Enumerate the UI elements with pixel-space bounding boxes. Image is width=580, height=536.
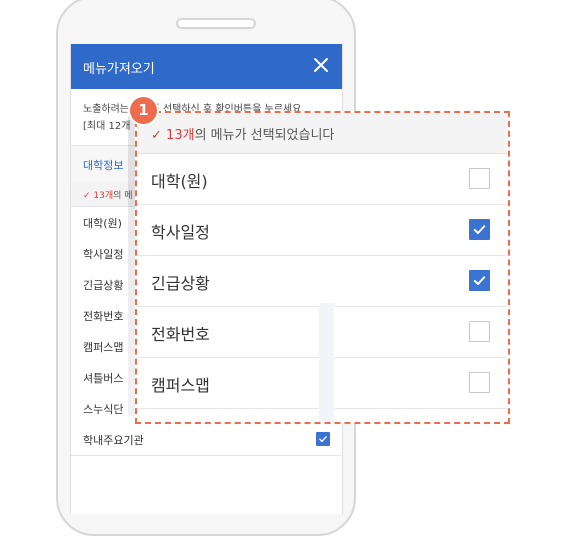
selection-count: 13개	[93, 191, 114, 201]
callout-menu-item-checkbox[interactable]	[469, 321, 490, 342]
callout-menu-item-checkbox[interactable]	[469, 372, 490, 393]
menu-item-checkbox[interactable]	[316, 432, 330, 446]
menu-item-label: 셔틀버스	[83, 372, 124, 385]
step-badge: 1	[130, 97, 157, 124]
section-title: 대학정보	[83, 159, 124, 172]
zoom-callout: ✓ 13개의 메뉴가 선택되었습니다 대학(원) 학사일정긴급상황전화번호캠퍼스맵	[135, 111, 510, 424]
menu-item-label: 스누식단	[83, 403, 124, 416]
modal-header: 메뉴가져오기	[71, 44, 342, 89]
callout-menu-item-label: 긴급상황	[151, 274, 210, 293]
callout-menu-item-checkbox[interactable]	[469, 270, 490, 291]
callout-menu-item-checkbox[interactable]	[469, 168, 490, 189]
menu-item-label: 긴급상황	[83, 279, 124, 292]
menu-item[interactable]: 학내주요기관	[71, 424, 342, 456]
check-mark-icon: ✓	[151, 128, 162, 143]
close-icon[interactable]	[310, 54, 332, 76]
menu-item-label: 학사일정	[83, 248, 124, 261]
menu-item-label: 전화번호	[83, 310, 124, 323]
callout-selection-count: 13개	[166, 128, 195, 143]
callout-selection-text: 의 메뉴가 선택되었습니다	[194, 128, 335, 143]
menu-item-label: 캠퍼스맵	[83, 341, 124, 354]
callout-menu-item-checkbox[interactable]	[469, 219, 490, 240]
callout-menu-item-label: 캠퍼스맵	[151, 376, 210, 395]
phone-speaker	[176, 18, 256, 29]
menu-item-label: 대학(원)	[83, 217, 122, 230]
callout-menu-item[interactable]: 긴급상황	[137, 255, 507, 307]
callout-menu-item[interactable]: 대학(원)	[137, 153, 507, 205]
scrollbar-track[interactable]	[319, 303, 334, 422]
instruction-line-2: [최대 12개	[83, 121, 131, 132]
callout-menu-item-label: 학사일정	[151, 223, 210, 242]
check-mark-icon: ✓	[83, 191, 91, 201]
callout-menu-item-label: 대학(원)	[151, 172, 208, 191]
callout-menu-item[interactable]: 학사일정	[137, 204, 507, 256]
modal-title: 메뉴가져오기	[83, 62, 155, 77]
callout-selection-status: ✓ 13개의 메뉴가 선택되었습니다	[137, 113, 507, 154]
menu-item-label: 학내주요기관	[83, 434, 144, 447]
callout-menu-item-label: 전화번호	[151, 325, 210, 344]
